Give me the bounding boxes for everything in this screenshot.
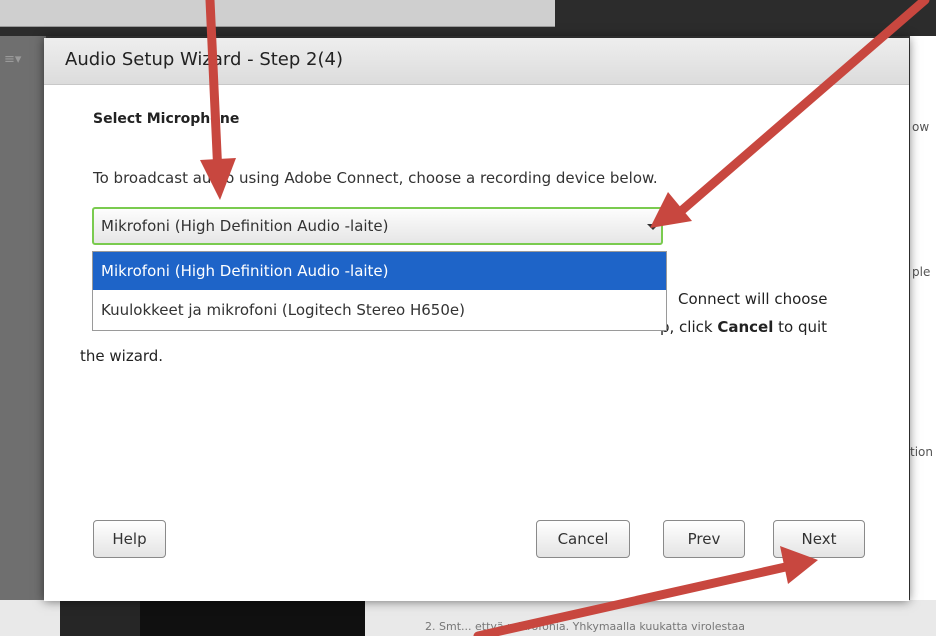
background-fragment: ple [912,265,931,279]
body-text-line: Connect will choose [678,290,828,308]
option-label: Mikrofoni (High Definition Audio -laite) [101,262,389,280]
select-value: Mikrofoni (High Definition Audio -laite) [101,217,389,235]
dialog-titlebar[interactable]: Audio Setup Wizard - Step 2(4) [44,38,909,85]
section-title: Select Microphone [93,111,240,127]
audio-setup-wizard-dialog: Audio Setup Wizard - Step 2(4) Select Mi… [44,38,909,601]
option-label: Kuulokkeet ja mikrofoni (Logitech Stereo… [101,301,465,319]
body-text-line: p, click Cancel to quit [660,318,827,336]
background-app-panel [0,0,555,27]
body-text-fragment: to quit [773,318,828,336]
dropdown-option[interactable]: Mikrofoni (High Definition Audio -laite) [93,252,666,290]
help-button[interactable]: Help [93,520,166,558]
cancel-button[interactable]: Cancel [536,520,630,558]
instruction-text: To broadcast audio using Adobe Connect, … [93,169,658,187]
dialog-title: Audio Setup Wizard - Step 2(4) [65,49,343,70]
background-left-strip [0,36,46,636]
body-text-line: the wizard. [80,347,164,365]
background-bottom-dark [60,600,140,636]
menu-icon: ≡▾ [4,52,22,67]
background-bottom-text: 2. Smt... ettyä mikrofonia. Yhkymaalla k… [425,620,746,633]
chevron-down-icon[interactable] [647,224,659,230]
background-bottom-dark [140,600,365,636]
dropdown-option[interactable]: Kuulokkeet ja mikrofoni (Logitech Stereo… [93,291,666,329]
prev-button[interactable]: Prev [663,520,745,558]
microphone-select[interactable]: Mikrofoni (High Definition Audio -laite) [92,207,663,245]
body-text-bold: Cancel [717,318,774,336]
background-fragment: tion [910,445,933,459]
next-button[interactable]: Next [773,520,865,558]
microphone-dropdown-list: Mikrofoni (High Definition Audio -laite)… [92,251,667,331]
body-text-fragment: p, click [660,318,718,336]
background-fragment: ow [912,120,930,134]
